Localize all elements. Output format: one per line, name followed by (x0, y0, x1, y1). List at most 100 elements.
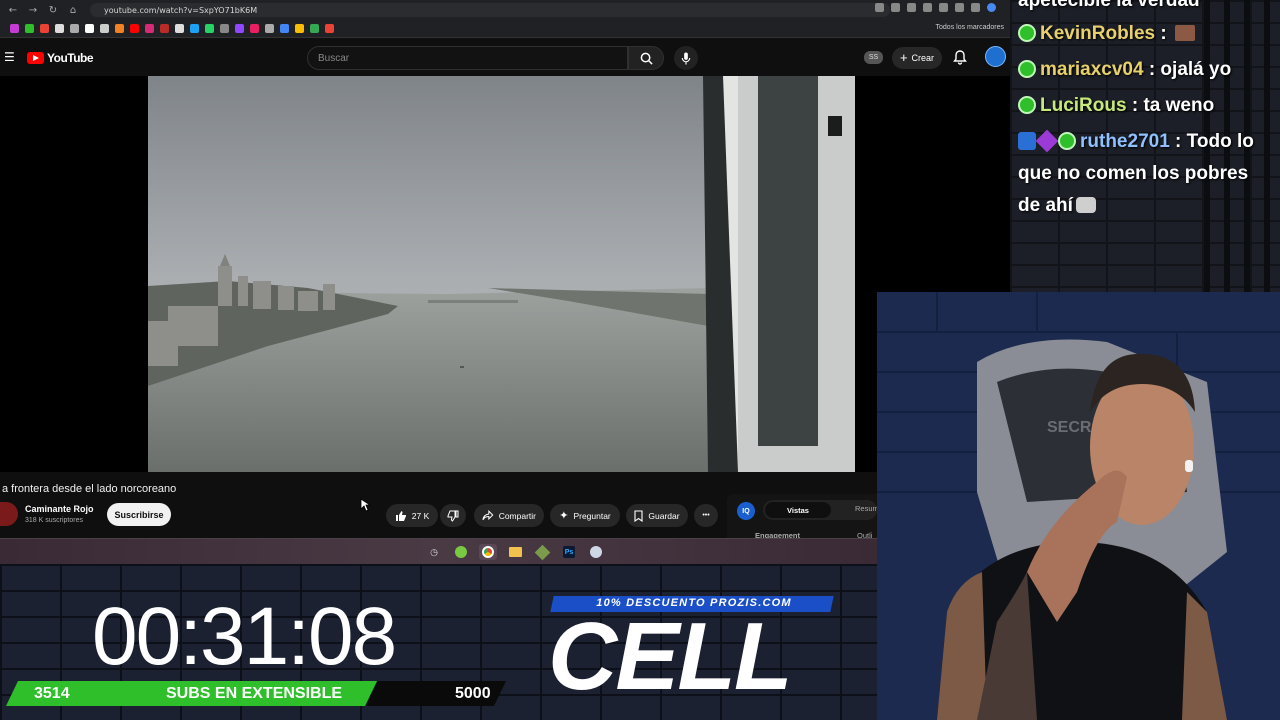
ask-button[interactable]: ✦ Preguntar (550, 504, 620, 527)
chat-username: KevinRobles (1040, 23, 1156, 44)
extension-icon[interactable] (971, 3, 980, 12)
channel-avatar[interactable] (0, 502, 18, 526)
bookmark-icon[interactable] (325, 24, 334, 33)
stream-screen: ← → ↻ ⌂ youtube.com/watch?v=SxpYO71bK6M (0, 0, 1280, 720)
bookmark-icon[interactable] (145, 24, 154, 33)
bookmark-icon[interactable] (205, 24, 214, 33)
channel-name[interactable]: Caminante Rojo (25, 504, 94, 514)
folder-icon[interactable] (506, 544, 524, 560)
search-icon (640, 52, 653, 65)
dislike-button[interactable] (440, 504, 466, 527)
chat-continuation: de ahí (1018, 195, 1096, 217)
bookmark-icon[interactable] (190, 24, 199, 33)
bookmark-icon[interactable] (310, 24, 319, 33)
share-button[interactable]: Compartir (474, 504, 544, 527)
app-icon[interactable] (587, 544, 605, 560)
bookmark-icon[interactable] (25, 24, 34, 33)
subscriber-badge-icon (1018, 96, 1036, 114)
account-avatar[interactable] (985, 46, 1006, 67)
reload-icon[interactable]: ↻ (46, 3, 60, 17)
extension-icon[interactable] (875, 3, 884, 12)
chat-text: : ojalá yo (1143, 59, 1232, 80)
bookmark-icon[interactable] (250, 24, 259, 33)
chat-text: de ahí (1018, 195, 1073, 216)
address-bar[interactable]: youtube.com/watch?v=SxpYO71bK6M (90, 3, 890, 17)
bookmark-icon[interactable] (160, 24, 169, 33)
ask-label: Preguntar (573, 510, 611, 521)
forward-icon[interactable]: → (26, 3, 40, 17)
bookmark-icon[interactable] (55, 24, 64, 33)
notifications-bell-icon[interactable] (952, 49, 968, 65)
subs-goal: 5000 (455, 685, 491, 702)
subscribe-button[interactable]: Suscribirse (107, 503, 171, 526)
back-icon[interactable]: ← (6, 3, 20, 17)
share-icon (482, 510, 494, 521)
youtube-header: ☰ YouTube Buscar SS + Crear (0, 38, 1010, 76)
voice-search-button[interactable] (674, 46, 698, 70)
taskbar: ◷ Ps (0, 538, 877, 564)
profile-icon[interactable] (987, 3, 996, 12)
video-player[interactable] (148, 76, 855, 472)
subscriber-badge-icon (1018, 60, 1036, 78)
green-app-icon[interactable] (452, 544, 470, 560)
bookmark-icon[interactable] (295, 24, 304, 33)
bookmark-icon[interactable] (85, 24, 94, 33)
bookmarks-bar: Todos los marcadores (0, 20, 1010, 38)
more-actions-button[interactable]: ••• (694, 504, 718, 527)
bookmark-icon[interactable] (70, 24, 79, 33)
photoshop-icon[interactable]: Ps (560, 544, 578, 560)
save-button[interactable]: Guardar (626, 504, 688, 527)
extension-icon[interactable] (939, 3, 948, 12)
bookmark-icon[interactable] (130, 24, 139, 33)
extension-icon[interactable] (907, 3, 916, 12)
extension-icon[interactable] (891, 3, 900, 12)
mouse-cursor-icon (360, 498, 370, 512)
bookmark-icon[interactable] (115, 24, 124, 33)
share-label: Compartir (498, 510, 536, 521)
chrome-icon[interactable] (479, 544, 497, 560)
extensible-timer: 00:31:08 (92, 591, 397, 682)
chat-panel: apetecible la verdad KevinRobles : maria… (1010, 0, 1280, 292)
plus-icon: + (899, 50, 908, 65)
bookmark-icon[interactable] (100, 24, 109, 33)
subscriber-badge-icon (1058, 132, 1076, 150)
like-button[interactable]: 27 K (386, 504, 438, 527)
chat-text: : ta weno (1126, 95, 1215, 116)
tab-vistas[interactable]: Vistas (765, 502, 831, 518)
iq-analytics-panel: IQ Vistas Resum Engagement Outli (727, 494, 879, 540)
bookmark-icon[interactable] (265, 24, 274, 33)
search-button[interactable] (628, 46, 664, 70)
iq-badge[interactable]: IQ (737, 502, 755, 520)
extension-icon[interactable] (955, 3, 964, 12)
subs-count: 3514 (34, 685, 70, 702)
player-letterbox (0, 76, 148, 472)
youtube-logo[interactable]: YouTube (27, 51, 94, 65)
home-icon[interactable]: ⌂ (66, 3, 80, 17)
browser-window: ← → ↻ ⌂ youtube.com/watch?v=SxpYO71bK6M (0, 0, 1010, 540)
bookmark-icon[interactable] (220, 24, 229, 33)
create-button[interactable]: + Crear (892, 47, 942, 69)
chat-text: : Todo lo (1169, 131, 1254, 152)
bookmark-icon[interactable] (40, 24, 49, 33)
bookmark-icon[interactable] (280, 24, 289, 33)
taskbar-apps: ◷ Ps (425, 544, 605, 560)
tab-resumen[interactable]: Resum (855, 504, 879, 513)
bookmark-icon[interactable] (175, 24, 184, 33)
streamer-video: SECR (877, 292, 1280, 720)
sparkle-icon: ✦ (559, 510, 569, 522)
all-bookmarks-link[interactable]: Todos los marcadores (936, 24, 1004, 31)
channel-subscribers: 318 K suscriptores (25, 517, 83, 524)
minecraft-icon[interactable] (533, 544, 551, 560)
subs-label: SUBS EN EXTENSIBLE (166, 685, 343, 702)
menu-icon[interactable]: ☰ (4, 50, 15, 64)
pin-badge-icon (1018, 132, 1036, 150)
ss-badge[interactable]: SS (864, 51, 883, 64)
bookmark-icon[interactable] (235, 24, 244, 33)
iq-tabs: Vistas Resum (763, 500, 879, 520)
search-input[interactable]: Buscar (307, 46, 628, 70)
thumbs-down-icon (447, 510, 459, 522)
thumbs-up-icon (395, 510, 406, 521)
bookmark-icon[interactable] (10, 24, 19, 33)
clock-app-icon[interactable]: ◷ (425, 544, 443, 560)
extension-icon[interactable] (923, 3, 932, 12)
